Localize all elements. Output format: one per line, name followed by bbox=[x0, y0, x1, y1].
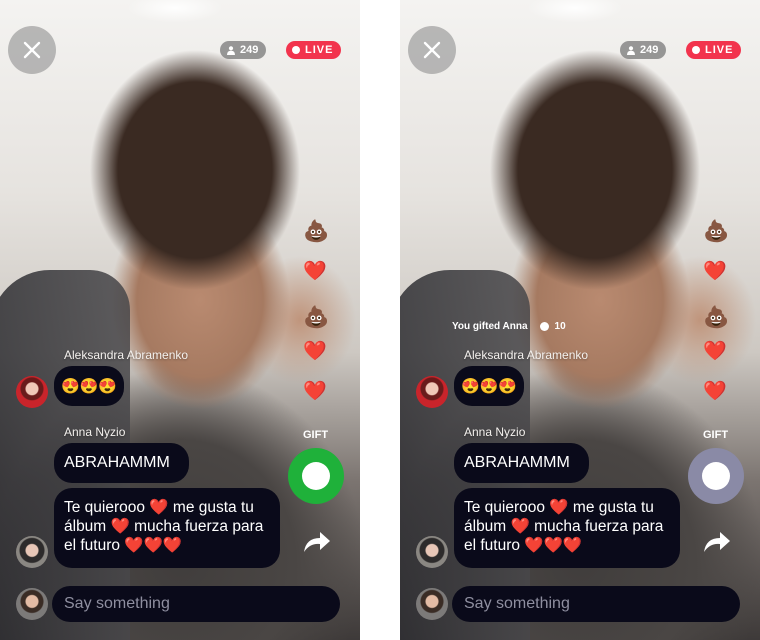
comment-author: Anna Nyzio bbox=[464, 425, 526, 439]
comment-input[interactable] bbox=[452, 586, 740, 622]
comment-bubble: Te quierooo ❤️ me gusta tu álbum ❤️ much… bbox=[454, 488, 680, 568]
reaction-emoji: ❤️ bbox=[703, 341, 727, 362]
reaction-emoji: 💩 bbox=[703, 220, 730, 243]
viewer-count-badge: 249 bbox=[620, 41, 667, 59]
comment-bubble: Te quierooo ❤️ me gusta tu álbum ❤️ much… bbox=[54, 488, 280, 568]
gift-button[interactable] bbox=[688, 448, 744, 504]
comment-bubble: ABRAHAMMM bbox=[454, 443, 589, 483]
avatar[interactable] bbox=[16, 376, 48, 408]
comment-author: Aleksandra Abramenko bbox=[464, 348, 589, 362]
reaction-emoji: ❤️ bbox=[703, 261, 727, 282]
reaction-emoji: 💩 bbox=[303, 306, 330, 329]
live-badge: LIVE bbox=[286, 41, 342, 59]
reaction-emoji: 💩 bbox=[703, 306, 730, 329]
comment-bubble: 😍😍😍 bbox=[54, 366, 124, 406]
live-stream-screen-after-gift: 249 LIVE 💩 ❤️ 💩 ❤️ ❤️ You gifted Anna 10… bbox=[400, 0, 760, 640]
coin-icon bbox=[539, 322, 549, 331]
close-button[interactable] bbox=[8, 26, 56, 74]
person-icon bbox=[227, 45, 235, 55]
comment-bubble: 😍😍😍 bbox=[454, 366, 524, 406]
share-icon[interactable] bbox=[700, 528, 732, 554]
live-label: LIVE bbox=[305, 44, 334, 56]
avatar[interactable] bbox=[16, 536, 48, 568]
my-avatar bbox=[416, 588, 448, 620]
reaction-emoji: ❤️ bbox=[303, 261, 327, 282]
comment-input[interactable] bbox=[52, 586, 340, 622]
reaction-emoji: 💩 bbox=[303, 220, 330, 243]
viewer-count: 249 bbox=[240, 44, 259, 56]
reaction-emoji: ❤️ bbox=[303, 341, 327, 362]
close-button[interactable] bbox=[408, 26, 456, 74]
close-icon bbox=[423, 41, 441, 59]
close-icon bbox=[23, 41, 41, 59]
avatar[interactable] bbox=[416, 376, 448, 408]
live-stream-screen-before-gift: 249 LIVE 💩 ❤️ 💩 ❤️ ❤️ Aleksandra Abramen… bbox=[0, 0, 360, 640]
live-dot-icon bbox=[292, 46, 300, 54]
share-icon[interactable] bbox=[300, 528, 332, 554]
gift-icon bbox=[702, 462, 730, 490]
gift-icon bbox=[302, 462, 330, 490]
avatar[interactable] bbox=[416, 536, 448, 568]
my-avatar bbox=[16, 588, 48, 620]
gift-label: GIFT bbox=[703, 429, 729, 441]
live-label: LIVE bbox=[705, 44, 734, 56]
gift-label: GIFT bbox=[303, 429, 329, 441]
gift-amount: 10 bbox=[554, 321, 566, 332]
live-badge: LIVE bbox=[686, 41, 742, 59]
gift-button[interactable] bbox=[288, 448, 344, 504]
comment-author: Aleksandra Abramenko bbox=[64, 348, 189, 362]
viewer-count: 249 bbox=[640, 44, 659, 56]
viewer-count-badge: 249 bbox=[220, 41, 267, 59]
gift-sent-notice: You gifted Anna 10 bbox=[452, 321, 566, 332]
comment-author: Anna Nyzio bbox=[64, 425, 126, 439]
live-dot-icon bbox=[692, 46, 700, 54]
person-icon bbox=[627, 45, 635, 55]
gift-sent-text: You gifted Anna bbox=[452, 321, 528, 332]
reaction-emoji: ❤️ bbox=[703, 381, 727, 402]
comment-bubble: ABRAHAMMM bbox=[54, 443, 189, 483]
reaction-emoji: ❤️ bbox=[303, 381, 327, 402]
